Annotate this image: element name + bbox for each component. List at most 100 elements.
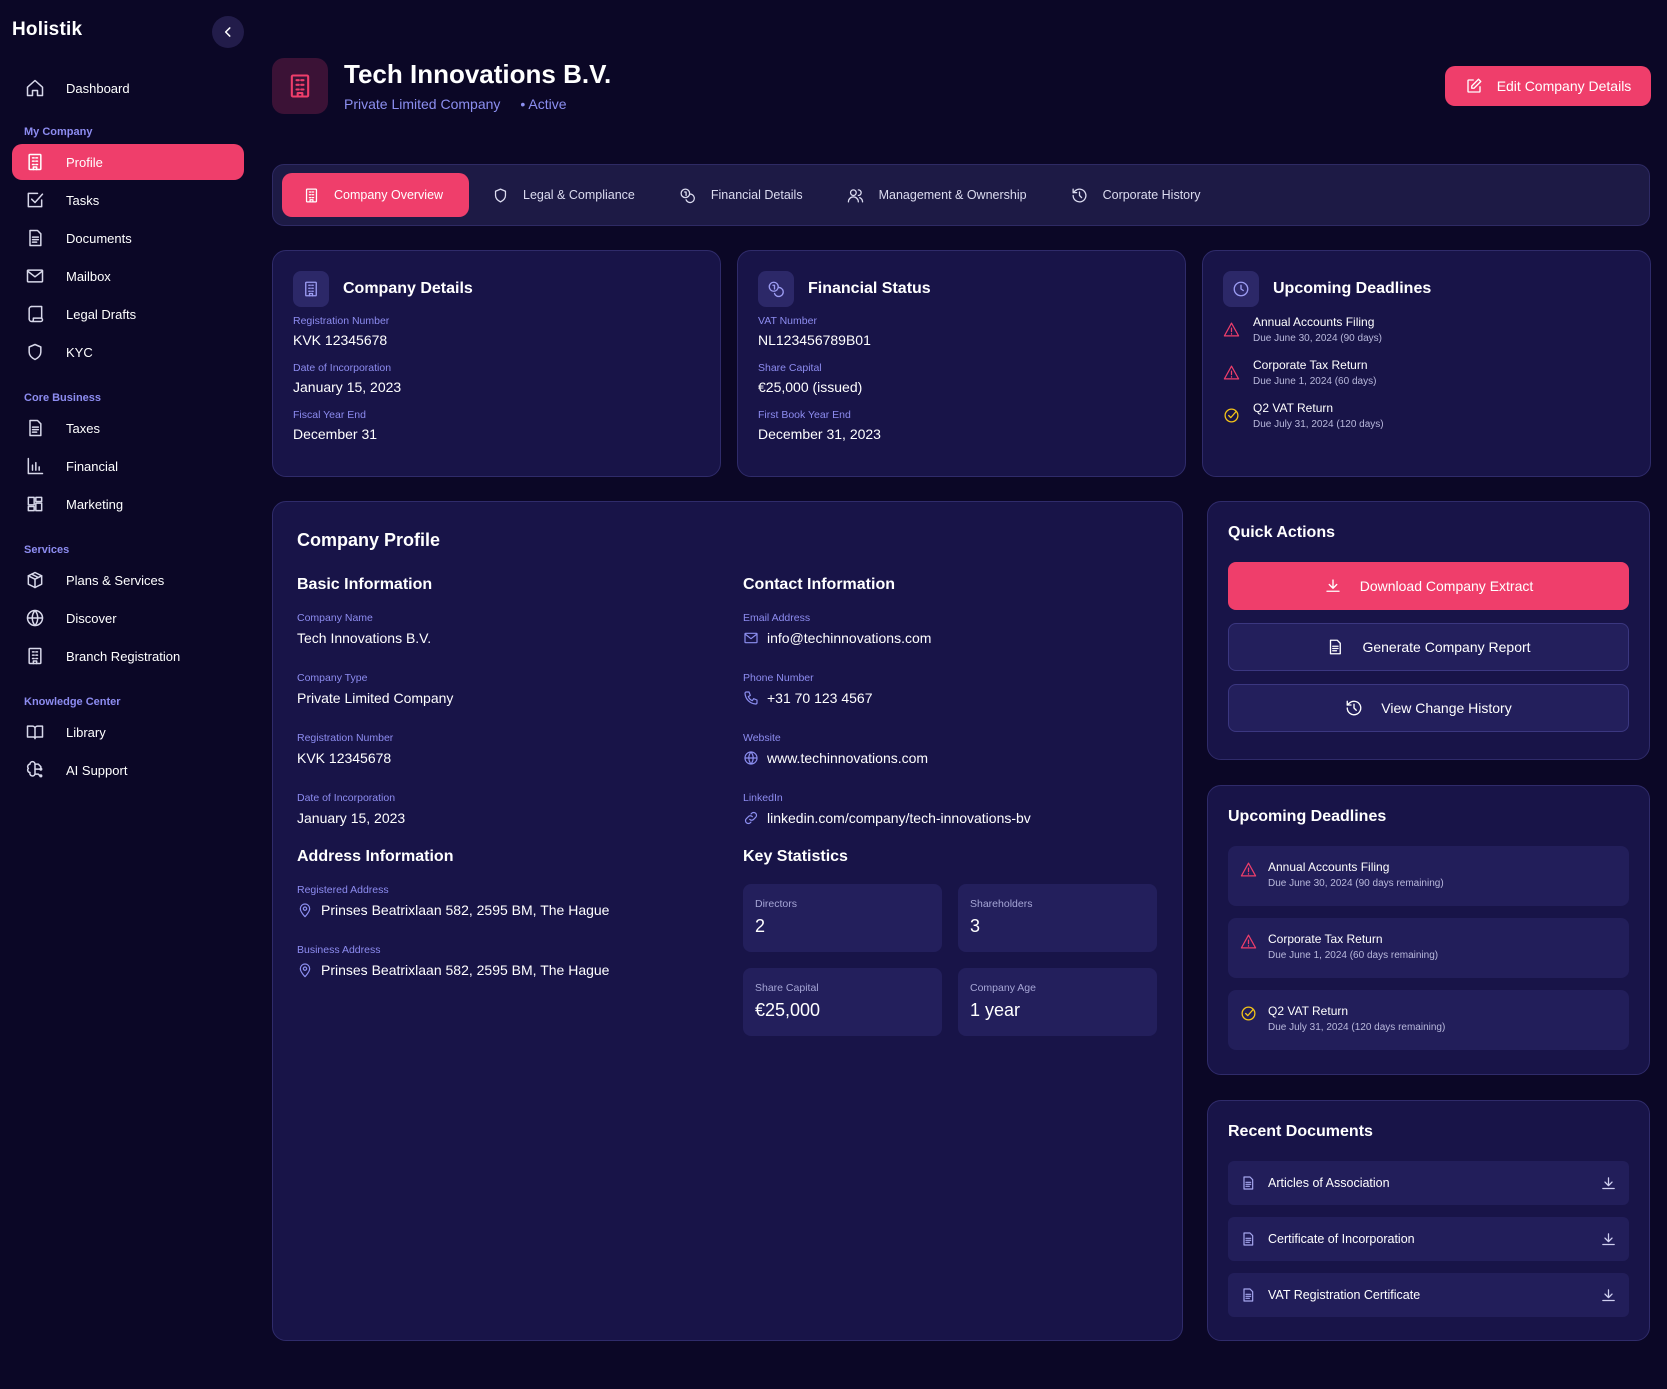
- sidebar-item-branch-registration[interactable]: Branch Registration: [12, 638, 244, 674]
- tab-legal-compliance[interactable]: Legal & Compliance: [469, 173, 657, 217]
- deadline-item[interactable]: Q2 VAT Return Due July 31, 2024 (120 day…: [1228, 990, 1629, 1050]
- email-value[interactable]: info@techinnovations.com: [743, 630, 1163, 646]
- tab-label: Management & Ownership: [878, 188, 1027, 202]
- coins-icon: [758, 271, 794, 307]
- key-statistics: Key Statistics Directors 2 Shareholders …: [743, 848, 1163, 1036]
- stat-value: €25,000: [755, 1000, 821, 1020]
- sidebar-item-label: Legal Drafts: [66, 306, 137, 322]
- download-icon[interactable]: [1600, 1231, 1617, 1248]
- field-label: Phone Number: [743, 672, 814, 684]
- field-label: First Book Year End: [758, 409, 851, 421]
- tab-company-overview[interactable]: Company Overview: [282, 173, 469, 217]
- deadline-item[interactable]: Q2 VAT Return Due July 31, 2024 (120 day…: [1223, 401, 1630, 430]
- document-row[interactable]: VAT Registration Certificate: [1228, 1273, 1629, 1317]
- globe-icon: [743, 750, 759, 766]
- document-icon: [1326, 638, 1344, 656]
- download-icon[interactable]: [1600, 1287, 1617, 1304]
- sidebar-item-discover[interactable]: Discover: [12, 600, 244, 636]
- generate-company-report-button[interactable]: Generate Company Report: [1228, 623, 1629, 671]
- website-value[interactable]: www.techinnovations.com: [743, 750, 1163, 766]
- field-label: Website: [743, 732, 781, 744]
- field-value: Prinses Beatrixlaan 582, 2595 BM, The Ha…: [321, 962, 610, 978]
- deadline-item[interactable]: Annual Accounts Filing Due June 30, 2024…: [1228, 846, 1629, 906]
- tab-management-ownership[interactable]: Management & Ownership: [825, 173, 1049, 217]
- tab-corporate-history[interactable]: Corporate History: [1049, 173, 1223, 217]
- deadline-item[interactable]: Annual Accounts Filing Due June 30, 2024…: [1223, 315, 1630, 344]
- deadline-item[interactable]: Corporate Tax Return Due June 1, 2024 (6…: [1223, 358, 1630, 387]
- sidebar-item-marketing[interactable]: Marketing: [12, 486, 244, 522]
- field-label: Company Type: [297, 672, 368, 684]
- phone-value[interactable]: +31 70 123 4567: [743, 690, 1163, 706]
- deadline-due: Due July 31, 2024 (120 days remaining): [1268, 1022, 1446, 1033]
- sidebar-item-tasks[interactable]: Tasks: [12, 182, 244, 218]
- sidebar-item-ai-support[interactable]: AI Support: [12, 752, 244, 788]
- company-avatar: [272, 58, 328, 114]
- document-row[interactable]: Certificate of Incorporation: [1228, 1217, 1629, 1261]
- field-label: Registered Address: [297, 884, 389, 896]
- deadline-due: Due June 1, 2024 (60 days): [1253, 376, 1377, 387]
- download-company-extract-button[interactable]: Download Company Extract: [1228, 562, 1629, 610]
- field-label: Registration Number: [293, 315, 390, 327]
- scroll-icon: [24, 303, 46, 325]
- address-information: Address Information Registered Address P…: [297, 848, 717, 978]
- sidebar-item-plans-services[interactable]: Plans & Services: [12, 562, 244, 598]
- linkedin-value[interactable]: linkedin.com/company/tech-innovations-bv: [743, 810, 1163, 826]
- field-label: Business Address: [297, 944, 381, 956]
- tab-label: Corporate History: [1102, 188, 1201, 202]
- sidebar-item-profile[interactable]: Profile: [12, 144, 244, 180]
- subsection-title: Address Information: [297, 848, 454, 865]
- edit-icon: [1465, 77, 1483, 95]
- section-title: Quick Actions: [1228, 524, 1335, 541]
- stat-shareholders: Shareholders 3: [958, 884, 1157, 952]
- edit-company-details-button[interactable]: Edit Company Details: [1445, 66, 1651, 106]
- sidebar-section-core-business: Core Business: [24, 392, 102, 404]
- stat-label: Shareholders: [970, 898, 1033, 910]
- sidebar-item-taxes[interactable]: Taxes: [12, 410, 244, 446]
- quick-actions-card: Quick Actions Download Company Extract G…: [1207, 501, 1650, 760]
- field-value: linkedin.com/company/tech-innovations-bv: [767, 810, 1031, 826]
- field-value: December 31, 2023: [758, 426, 881, 442]
- company-details-card: Company Details Registration Number KVK …: [272, 250, 721, 477]
- deadline-title: Annual Accounts Filing: [1253, 315, 1375, 329]
- upcoming-deadlines-summary-card: Upcoming Deadlines Annual Accounts Filin…: [1202, 250, 1651, 477]
- sidebar-item-label: Discover: [66, 610, 117, 626]
- history-icon: [1071, 186, 1089, 204]
- download-icon[interactable]: [1600, 1175, 1617, 1192]
- sidebar-item-kyc[interactable]: KYC: [12, 334, 244, 370]
- sidebar-item-label: Branch Registration: [66, 648, 181, 664]
- status-badge: • Active: [520, 96, 567, 112]
- company-profile-card: Company Profile Basic Information Compan…: [272, 501, 1183, 1341]
- section-title: Company Profile: [297, 530, 441, 550]
- shield-icon: [491, 186, 509, 204]
- deadline-item[interactable]: Corporate Tax Return Due June 1, 2024 (6…: [1228, 918, 1629, 978]
- tab-financial-details[interactable]: Financial Details: [657, 173, 825, 217]
- warning-icon: [1240, 932, 1258, 964]
- sidebar-item-label: Library: [66, 724, 106, 740]
- field-label: Registration Number: [297, 732, 394, 744]
- document-row[interactable]: Articles of Association: [1228, 1161, 1629, 1205]
- tab-label: Financial Details: [710, 188, 803, 202]
- field-value: €25,000 (issued): [758, 379, 863, 395]
- view-change-history-button[interactable]: View Change History: [1228, 684, 1629, 732]
- sidebar-item-financial[interactable]: Financial: [12, 448, 244, 484]
- sidebar-item-label: Dashboard: [66, 80, 130, 96]
- field-label: Fiscal Year End: [293, 409, 366, 421]
- sidebar-item-label: Taxes: [66, 420, 100, 436]
- building-icon: [293, 271, 329, 307]
- building-icon: [24, 645, 46, 667]
- sidebar-item-library[interactable]: Library: [12, 714, 244, 750]
- basic-information: Basic Information Company Name Tech Inno…: [297, 576, 697, 826]
- sidebar-item-legal-drafts[interactable]: Legal Drafts: [12, 296, 244, 332]
- deadline-title: Annual Accounts Filing: [1268, 860, 1390, 874]
- deadline-title: Q2 VAT Return: [1253, 401, 1334, 415]
- field-value: December 31: [293, 426, 378, 442]
- sidebar-item-dashboard[interactable]: Dashboard: [12, 70, 244, 106]
- section-title: Recent Documents: [1228, 1123, 1373, 1140]
- subsection-title: Basic Information: [297, 576, 433, 593]
- upcoming-deadlines-card: Upcoming Deadlines Annual Accounts Filin…: [1207, 785, 1650, 1075]
- sidebar-item-label: Tasks: [66, 192, 100, 208]
- sidebar-item-documents[interactable]: Documents: [12, 220, 244, 256]
- collapse-sidebar-button[interactable]: [212, 16, 244, 48]
- company-subtitle: Private Limited Company • Active: [344, 96, 567, 112]
- sidebar-item-mailbox[interactable]: Mailbox: [12, 258, 244, 294]
